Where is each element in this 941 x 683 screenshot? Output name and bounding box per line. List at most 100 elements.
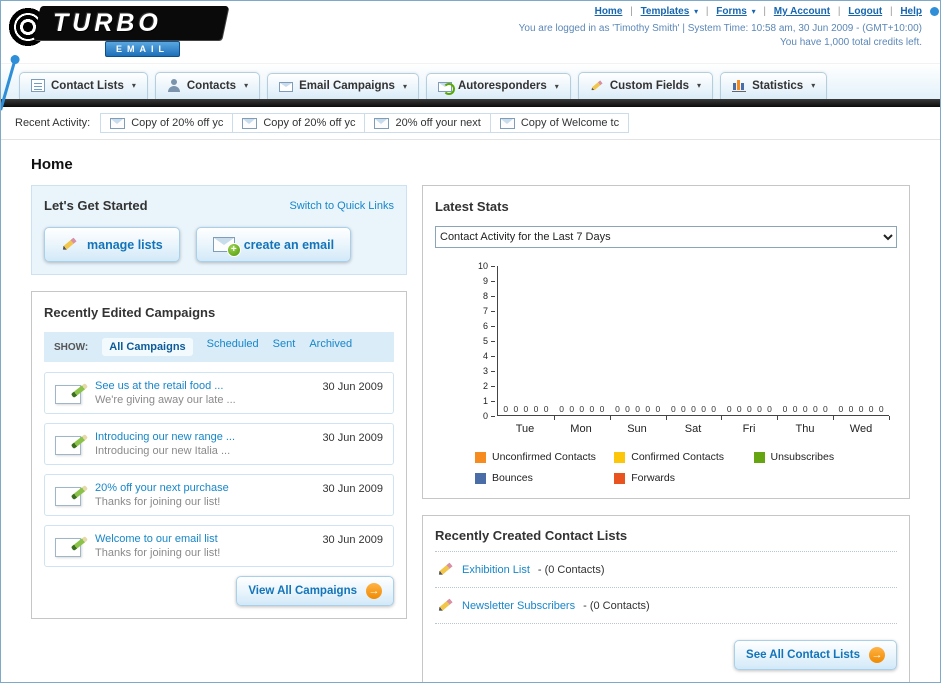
switch-quick-links-link[interactable]: Switch to Quick Links xyxy=(289,200,394,212)
contact-list-count: - (0 Contacts) xyxy=(583,599,650,612)
chevron-down-icon xyxy=(697,81,701,90)
chevron-down-icon xyxy=(244,81,248,90)
axis-day-label: Thu xyxy=(795,423,815,435)
nav-tab[interactable]: Statistics xyxy=(720,72,828,99)
axis-day-label: Mon xyxy=(570,423,592,435)
chart-group: 0 0 0 0 0 xyxy=(833,266,890,420)
campaign-subtitle: Introducing our new Italia ... xyxy=(95,445,231,457)
envelope-icon xyxy=(110,117,126,129)
envelope-icon xyxy=(242,117,258,129)
axis-y-tick: 3 xyxy=(483,366,495,376)
legend-swatch xyxy=(475,451,486,463)
autoresponders-icon xyxy=(437,82,455,95)
recent-activity-item[interactable]: Copy of 20% off yc xyxy=(100,113,234,133)
legend-swatch xyxy=(614,451,626,463)
envelope-plus-icon xyxy=(212,237,241,257)
top-nav-item: Logout xyxy=(848,6,900,17)
chart-y-axis: 10 9 8 7 6 5 4 3 2 1 0 xyxy=(435,261,495,421)
campaign-date: 30 Jun 2009 xyxy=(322,534,383,546)
top-nav-item: Home xyxy=(595,6,641,17)
get-started-panel: Let's Get Started Switch to Quick Links … xyxy=(31,185,407,275)
nav-tab[interactable]: Custom Fields xyxy=(577,72,714,99)
campaign-filter-link[interactable]: Scheduled xyxy=(207,338,259,356)
view-all-campaigns-button[interactable]: View All Campaigns xyxy=(236,576,394,606)
axis-day-label: Sun xyxy=(627,423,647,435)
recent-activity-bar: Recent Activity: Copy of 20% off yc Copy… xyxy=(1,107,940,140)
campaign-filter-link[interactable]: All Campaigns xyxy=(102,338,193,356)
top-nav-item: Templates xyxy=(641,6,717,17)
chart-group: 0 0 0 0 0 xyxy=(610,266,667,420)
nav-tab[interactable]: Contacts xyxy=(154,72,261,99)
axis-day-label: Fri xyxy=(742,423,756,435)
top-nav-link[interactable]: Forms xyxy=(716,6,747,17)
legend-swatch xyxy=(753,451,765,463)
campaign-filters: All Campaigns Scheduled Sent Archived xyxy=(102,338,352,356)
top-nav-item: Forms xyxy=(716,6,774,17)
chart-values: 0 0 0 0 0 xyxy=(782,404,828,414)
recent-activity-items: Copy of 20% off yc Copy of 20% off yc 20… xyxy=(100,113,630,133)
contact-list-count: - (0 Contacts) xyxy=(537,563,605,576)
chart-values: 0 0 0 0 0 xyxy=(838,404,884,414)
app-window: TURBO EMAIL Home Templates Forms My Acco… xyxy=(0,0,941,683)
recent-activity-title: Recent Activity: xyxy=(15,117,91,129)
chevron-down-icon xyxy=(694,7,698,16)
top-nav-link[interactable]: Home xyxy=(595,6,623,17)
top-nav-link[interactable]: My Account xyxy=(774,6,830,17)
nav-tabs: Contact Lists Contacts Email Campaigns A… xyxy=(19,72,940,99)
pencil-icon xyxy=(437,597,454,614)
axis-y-tick: 0 xyxy=(483,411,495,421)
recent-activity-label: Copy of 20% off yc xyxy=(263,117,356,129)
contact-list-item: Exhibition List - (0 Contacts) xyxy=(435,551,897,588)
campaign-subtitle: Thanks for joining our list! xyxy=(95,496,221,508)
header: TURBO EMAIL Home Templates Forms My Acco… xyxy=(1,1,940,63)
campaign-filter-link[interactable]: Sent xyxy=(273,338,296,356)
top-nav-link[interactable]: Logout xyxy=(848,6,882,17)
recent-activity-label: Copy of Welcome tc xyxy=(520,117,620,129)
view-all-campaigns-label: View All Campaigns xyxy=(248,585,357,597)
campaigns-title: Recently Edited Campaigns xyxy=(44,305,216,320)
campaign-list: See us at the retail food ... We're givi… xyxy=(44,372,394,567)
top-nav-item: My Account xyxy=(774,6,848,17)
campaign-title-link[interactable]: Introducing our new range ... xyxy=(95,431,235,443)
legend-label: Bounces xyxy=(492,472,533,484)
contact-lists-title: Recently Created Contact Lists xyxy=(435,528,628,543)
chevron-down-icon xyxy=(555,82,559,91)
legend-label: Unconfirmed Contacts xyxy=(492,451,596,463)
nav-tab[interactable]: Autoresponders xyxy=(425,73,571,99)
chart-values: 0 0 0 0 0 xyxy=(559,404,605,414)
separator xyxy=(706,6,709,17)
campaign-filter-link[interactable]: Archived xyxy=(309,338,352,356)
create-email-label: create an email xyxy=(243,237,335,252)
chart-plot-area: 0 0 0 0 0 0 0 0 0 0 0 0 0 0 0 0 0 0 0 0 0 0 … xyxy=(497,266,890,420)
recent-activity-item[interactable]: Copy of Welcome tc xyxy=(490,113,630,133)
nav-tab-label: Custom Fields xyxy=(609,79,690,92)
nav-tab[interactable]: Contact Lists xyxy=(19,72,148,99)
top-nav-link[interactable]: Templates xyxy=(641,6,690,17)
chart-group: 0 0 0 0 0 xyxy=(721,266,779,420)
campaign-title-link[interactable]: 20% off your next purchase xyxy=(95,482,229,494)
axis-y-tick: 5 xyxy=(483,336,495,346)
legend-label: Confirmed Contacts xyxy=(631,451,725,463)
chart-group: 0 0 0 0 0 xyxy=(554,266,611,420)
campaign-title-link[interactable]: Welcome to our email list xyxy=(95,533,220,545)
contact-list-link[interactable]: Exhibition List xyxy=(462,564,530,576)
manage-lists-label: manage lists xyxy=(87,237,163,252)
see-all-contact-lists-button[interactable]: See All Contact Lists xyxy=(734,640,897,670)
chevron-down-icon xyxy=(752,7,756,16)
chevron-down-icon xyxy=(811,81,815,90)
contact-list-item: Newsletter Subscribers - (0 Contacts) xyxy=(435,588,897,624)
manage-lists-button[interactable]: manage lists xyxy=(44,227,180,262)
envelope-pencil-icon xyxy=(55,382,85,404)
axis-y-tick: 8 xyxy=(483,291,495,301)
contacts-icon xyxy=(167,79,181,92)
nav-tab[interactable]: Email Campaigns xyxy=(267,73,419,99)
stats-range-select[interactable]: Contact Activity for the Last 7 Days xyxy=(435,226,897,248)
axis-y-tick: 1 xyxy=(483,396,495,406)
contact-list-link[interactable]: Newsletter Subscribers xyxy=(462,600,575,612)
create-email-button[interactable]: create an email xyxy=(195,227,352,262)
top-nav-link[interactable]: Help xyxy=(900,6,922,17)
axis-y-tick: 7 xyxy=(483,306,495,316)
campaign-title-link[interactable]: See us at the retail food ... xyxy=(95,380,236,392)
recent-activity-item[interactable]: 20% off your next xyxy=(365,113,491,133)
recent-activity-item[interactable]: Copy of 20% off yc xyxy=(233,113,366,133)
